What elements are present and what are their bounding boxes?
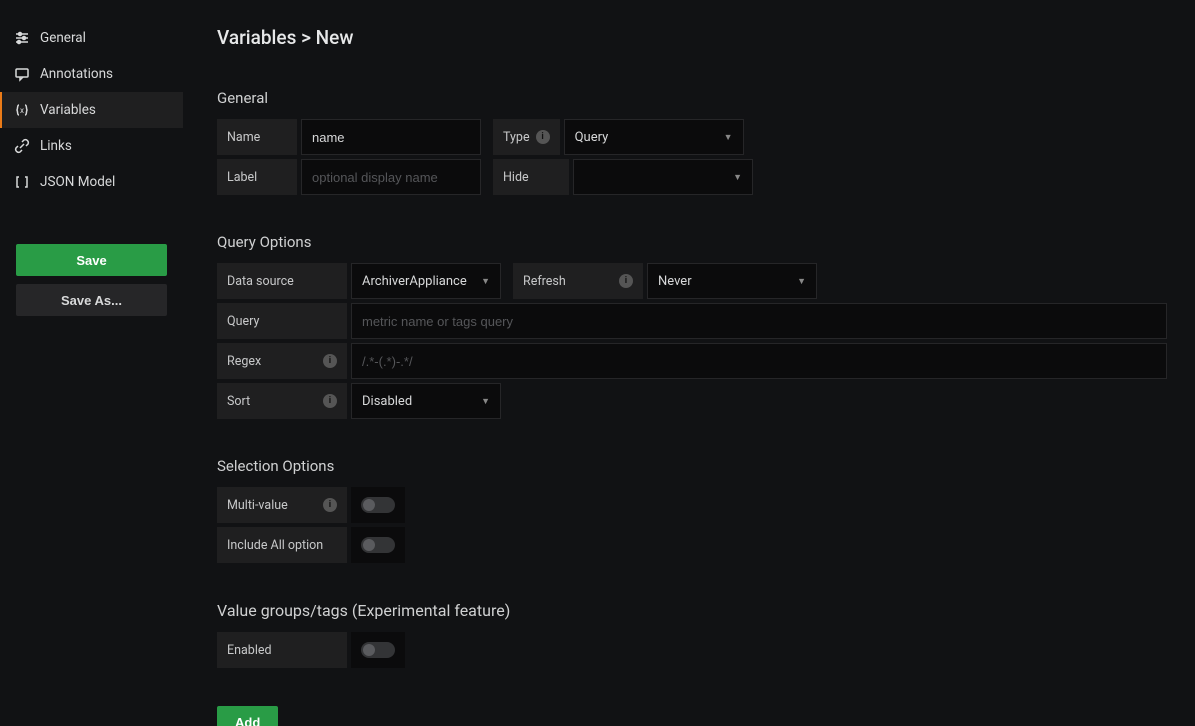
sidebar-item-variables[interactable]: x Variables [0, 92, 183, 128]
comment-icon [14, 66, 30, 82]
caret-down-icon: ▼ [724, 132, 733, 143]
sort-select[interactable]: Disabled ▼ [351, 383, 501, 419]
section-heading-selection: Selection Options [217, 457, 1167, 475]
caret-down-icon: ▼ [481, 396, 490, 407]
section-heading-query-options: Query Options [217, 233, 1167, 251]
sidebar-item-label: Variables [40, 102, 96, 118]
code-braces-icon: x [14, 102, 30, 118]
caret-down-icon: ▼ [481, 276, 490, 287]
query-input[interactable] [351, 303, 1167, 339]
svg-text:x: x [20, 106, 24, 115]
caret-down-icon: ▼ [733, 172, 742, 183]
sidebar-item-links[interactable]: Links [0, 128, 183, 164]
sidebar-item-label: JSON Model [40, 174, 115, 190]
brackets-icon [14, 174, 30, 190]
datasource-select[interactable]: ArchiverAppliance ▼ [351, 263, 501, 299]
save-as-button[interactable]: Save As... [16, 284, 167, 316]
query-label: Query [217, 303, 347, 339]
regex-label: Regex i [217, 343, 347, 379]
sliders-icon [14, 30, 30, 46]
sidebar-item-label: Annotations [40, 66, 113, 82]
include-all-toggle[interactable] [361, 537, 395, 553]
datasource-label: Data source [217, 263, 347, 299]
hide-label: Hide [493, 159, 569, 195]
settings-sidebar: General Annotations x Variables [0, 0, 183, 726]
selection-options-section: Selection Options Multi-value i Include … [217, 457, 1167, 563]
type-label: Type i [493, 119, 560, 155]
info-icon[interactable]: i [323, 498, 337, 512]
hide-select[interactable]: ▼ [573, 159, 753, 195]
save-button[interactable]: Save [16, 244, 167, 276]
regex-input[interactable] [351, 343, 1167, 379]
info-icon[interactable]: i [619, 274, 633, 288]
enabled-label: Enabled [217, 632, 347, 668]
page-title: Variables > New [217, 26, 1167, 49]
refresh-label: Refresh i [513, 263, 643, 299]
name-input[interactable] [301, 119, 481, 155]
include-all-label: Include All option [217, 527, 347, 563]
value-groups-section: Value groups/tags (Experimental feature)… [217, 601, 1167, 668]
type-select[interactable]: Query ▼ [564, 119, 744, 155]
multi-value-label: Multi-value i [217, 487, 347, 523]
label-label: Label [217, 159, 297, 195]
sidebar-item-label: General [40, 30, 86, 46]
info-icon[interactable]: i [536, 130, 550, 144]
refresh-select[interactable]: Never ▼ [647, 263, 817, 299]
section-heading-value-groups: Value groups/tags (Experimental feature) [217, 601, 1167, 620]
multi-value-toggle[interactable] [361, 497, 395, 513]
main-content: Variables > New General Name Type i Quer… [183, 0, 1195, 726]
info-icon[interactable]: i [323, 394, 337, 408]
add-button[interactable]: Add [217, 706, 278, 726]
name-label: Name [217, 119, 297, 155]
sidebar-item-label: Links [40, 138, 72, 154]
enabled-toggle[interactable] [361, 642, 395, 658]
info-icon[interactable]: i [323, 354, 337, 368]
sidebar-item-general[interactable]: General [0, 20, 183, 56]
link-icon [14, 138, 30, 154]
sort-label: Sort i [217, 383, 347, 419]
section-heading-general: General [217, 89, 1167, 107]
sidebar-item-json-model[interactable]: JSON Model [0, 164, 183, 200]
general-section: General Name Type i Query ▼ Label Hide [217, 89, 1167, 195]
label-input[interactable] [301, 159, 481, 195]
caret-down-icon: ▼ [797, 276, 806, 287]
query-options-section: Query Options Data source ArchiverApplia… [217, 233, 1167, 419]
sidebar-item-annotations[interactable]: Annotations [0, 56, 183, 92]
